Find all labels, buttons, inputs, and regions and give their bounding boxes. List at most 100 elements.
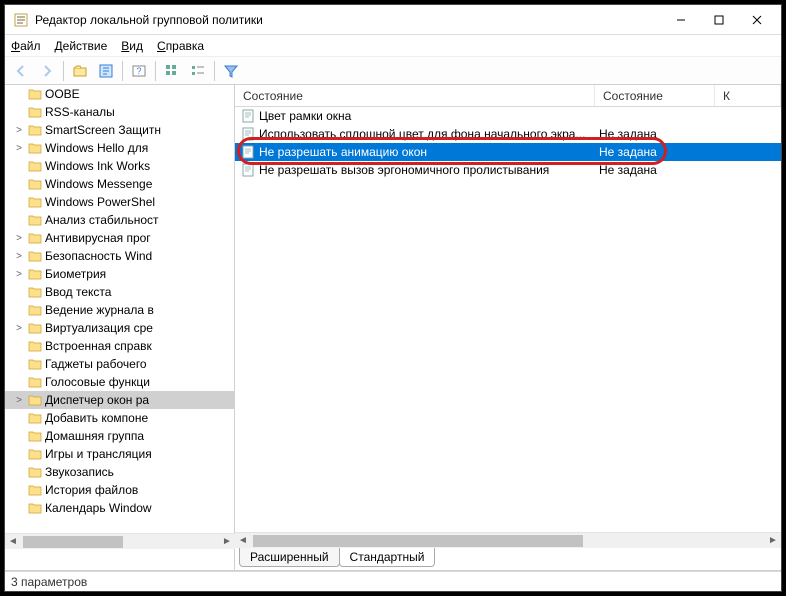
scroll-right-icon[interactable]: ► xyxy=(765,535,781,546)
tree-item[interactable]: Windows PowerShel xyxy=(5,193,234,211)
expander-icon[interactable]: > xyxy=(13,125,25,136)
view-tabs: Расширенный Стандартный xyxy=(235,548,781,570)
scroll-right-icon[interactable]: ► xyxy=(219,536,235,547)
expander-icon[interactable]: > xyxy=(13,269,25,280)
tree-item-label: Анализ стабильност xyxy=(45,213,159,227)
statusbar: 3 параметров xyxy=(5,571,781,591)
icon-view-button[interactable] xyxy=(160,59,184,83)
window-title: Редактор локальной групповой политики xyxy=(35,13,671,27)
tree-item[interactable]: Ведение журнала в xyxy=(5,301,234,319)
close-button[interactable] xyxy=(747,10,767,30)
tree-item-label: Игры и трансляция xyxy=(45,447,152,461)
list-body[interactable]: Цвет рамки окнаИспользовать сплошной цве… xyxy=(235,107,781,532)
list-row[interactable]: Не разрешать вызов эргономичного пролист… xyxy=(235,161,781,179)
scroll-left-icon[interactable]: ◄ xyxy=(5,536,21,547)
up-button[interactable] xyxy=(68,59,92,83)
tree-item[interactable]: Домашняя группа xyxy=(5,427,234,445)
tree-item-label: Виртуализация сре xyxy=(45,321,153,335)
tree-item[interactable]: > Биометрия xyxy=(5,265,234,283)
properties-button[interactable] xyxy=(94,59,118,83)
list-view-button[interactable] xyxy=(186,59,210,83)
separator xyxy=(63,61,64,81)
tree-item-label: Домашняя группа xyxy=(45,429,144,443)
tab-extended[interactable]: Расширенный xyxy=(239,548,340,567)
tree-item-label: Windows Ink Works xyxy=(45,159,150,173)
scroll-left-icon[interactable]: ◄ xyxy=(235,535,251,546)
tree-item-label: История файлов xyxy=(45,483,138,497)
help-button[interactable]: ? xyxy=(127,59,151,83)
expander-icon[interactable]: > xyxy=(13,143,25,154)
separator xyxy=(122,61,123,81)
folder-icon xyxy=(28,106,42,118)
policy-state: Не задана xyxy=(599,163,719,177)
tree-horizontal-scrollbar[interactable]: ◄ ► xyxy=(5,533,235,549)
tree-item[interactable]: Голосовые функци xyxy=(5,373,234,391)
column-state[interactable]: Состояние xyxy=(595,85,715,106)
folder-icon xyxy=(28,142,42,154)
tree-item[interactable]: Windows Ink Works xyxy=(5,157,234,175)
tree-item[interactable]: Встроенная справк xyxy=(5,337,234,355)
tab-standard[interactable]: Стандартный xyxy=(339,548,436,567)
menu-action[interactable]: Действие xyxy=(55,39,108,53)
scroll-thumb[interactable] xyxy=(253,535,583,547)
tree-item[interactable]: >Антивирусная прог xyxy=(5,229,234,247)
tree-item[interactable]: История файлов xyxy=(5,481,234,499)
list-row[interactable]: Использовать сплошной цвет для фона нача… xyxy=(235,125,781,143)
horizontal-scrollbar[interactable]: ◄ ► xyxy=(235,532,781,548)
tree-item[interactable]: > Windows Hello для xyxy=(5,139,234,157)
tree-item-label: RSS-каналы xyxy=(45,105,115,119)
tree-item-label: Windows Hello для xyxy=(45,141,148,155)
scroll-thumb[interactable] xyxy=(23,536,123,548)
folder-icon xyxy=(28,88,42,100)
folder-icon xyxy=(28,484,42,496)
tree-item[interactable]: Windows Messenge xyxy=(5,175,234,193)
maximize-button[interactable] xyxy=(709,10,729,30)
folder-icon xyxy=(28,268,42,280)
tree-item[interactable]: Календарь Window xyxy=(5,499,234,517)
tree-item[interactable]: > SmartScreen Защитн xyxy=(5,121,234,139)
tree-item-label: SmartScreen Защитн xyxy=(45,123,161,137)
tree-item[interactable]: Звукозапись xyxy=(5,463,234,481)
tree-item[interactable]: Ввод текста xyxy=(5,283,234,301)
tree-item[interactable]: >Безопасность Wind xyxy=(5,247,234,265)
tree-item[interactable]: Гаджеты рабочего xyxy=(5,355,234,373)
folder-icon xyxy=(28,124,42,136)
expander-icon[interactable]: > xyxy=(13,323,25,334)
menu-file[interactable]: Файл xyxy=(11,39,41,53)
tree-item-label: Календарь Window xyxy=(45,501,152,515)
menu-help[interactable]: Справка xyxy=(157,39,204,53)
column-comment[interactable]: К xyxy=(715,85,781,106)
policy-name: Не разрешать анимацию окон xyxy=(259,145,599,159)
folder-icon xyxy=(28,214,42,226)
tree-item-label: Добавить компоне xyxy=(45,411,148,425)
list-row[interactable]: Цвет рамки окна xyxy=(235,107,781,125)
list-row[interactable]: Не разрешать анимацию оконНе задана xyxy=(235,143,781,161)
tree-item-label: Биометрия xyxy=(45,267,106,281)
tree-item[interactable]: OOBE xyxy=(5,85,234,103)
separator xyxy=(214,61,215,81)
expander-icon[interactable]: > xyxy=(13,251,25,262)
menu-view[interactable]: Вид xyxy=(121,39,143,53)
policy-icon xyxy=(241,145,255,159)
filter-button[interactable] xyxy=(219,59,243,83)
tree-item[interactable]: Анализ стабильност xyxy=(5,211,234,229)
tree-item-label: Звукозапись xyxy=(45,465,114,479)
tree-item-label: Встроенная справк xyxy=(45,339,152,353)
expander-icon[interactable]: > xyxy=(13,233,25,244)
tree-item[interactable]: >Диспетчер окон ра xyxy=(5,391,234,409)
minimize-button[interactable] xyxy=(671,10,691,30)
tree-panel[interactable]: OOBE RSS-каналы > SmartScreen Защитн > Window… xyxy=(5,85,235,570)
back-button xyxy=(9,59,33,83)
folder-icon xyxy=(28,160,42,172)
svg-text:?: ? xyxy=(136,66,141,76)
expander-icon[interactable]: > xyxy=(13,395,25,406)
toolbar: ? xyxy=(5,57,781,85)
tree-item[interactable]: Игры и трансляция xyxy=(5,445,234,463)
tree-item-label: OOBE xyxy=(45,87,80,101)
titlebar: Редактор локальной групповой политики xyxy=(5,5,781,35)
tree-item[interactable]: Добавить компоне xyxy=(5,409,234,427)
tree-item[interactable]: > Виртуализация сре xyxy=(5,319,234,337)
tree-item[interactable]: RSS-каналы xyxy=(5,103,234,121)
column-policy[interactable]: Состояние xyxy=(235,85,595,106)
folder-icon xyxy=(28,340,42,352)
